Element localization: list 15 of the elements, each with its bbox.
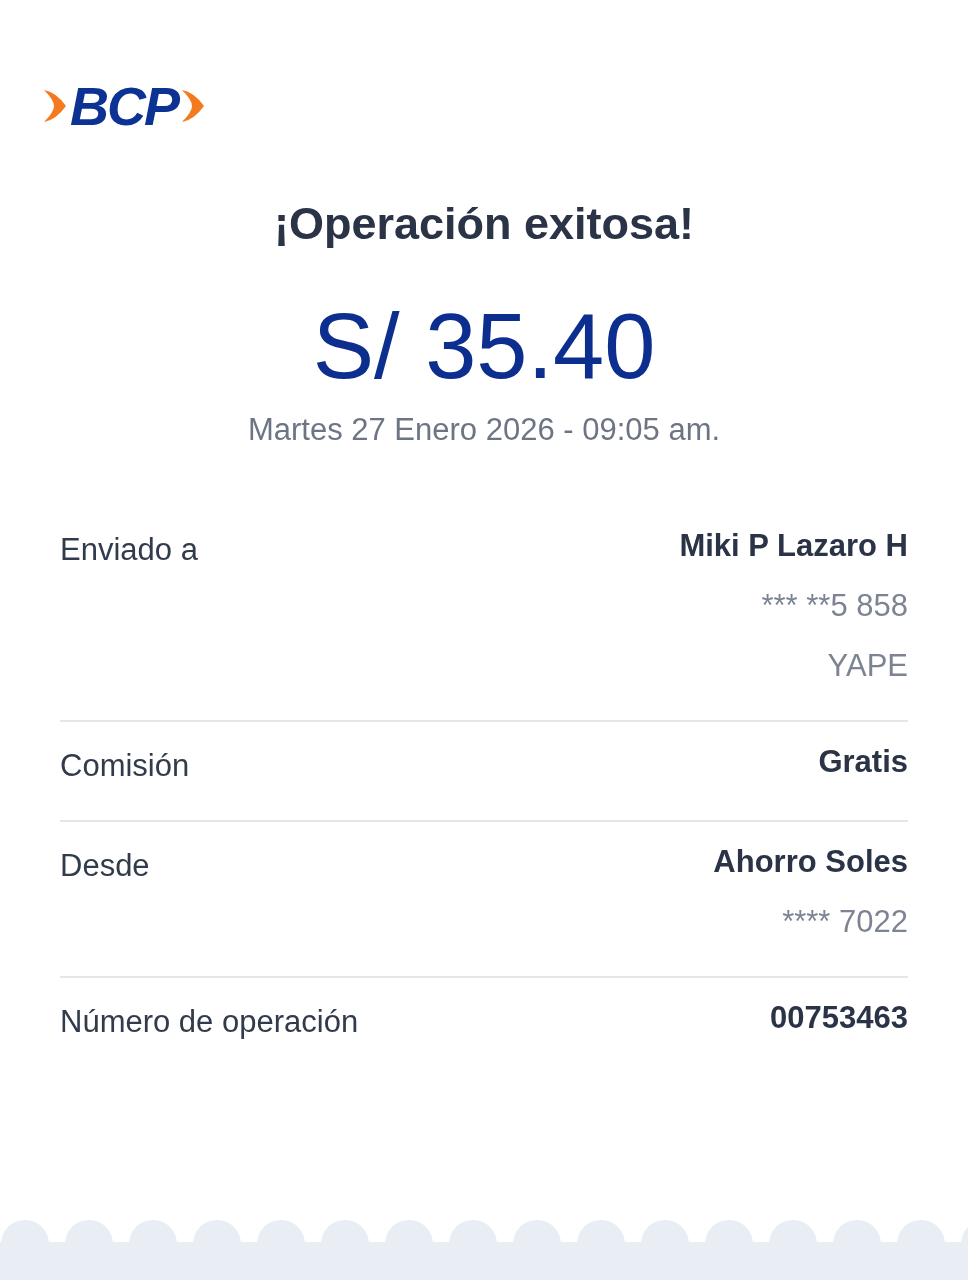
detail-label: Número de operación: [60, 1003, 359, 1041]
detail-value: Gratis: [818, 743, 908, 781]
success-title: ¡Operación exitosa!: [272, 197, 696, 251]
detail-value: 00753463: [770, 999, 908, 1037]
detail-label: Enviado a: [60, 531, 198, 569]
detail-label: Desde: [60, 847, 150, 885]
detail-value: Miki P Lazaro H: [679, 527, 908, 565]
amount: S/ 35.40: [311, 294, 657, 398]
bank-logo: BCP: [40, 79, 208, 133]
detail-subvalue: **** 7022: [782, 903, 908, 941]
detail-value: Ahorro Soles: [713, 843, 908, 881]
detail-label: Comisión: [60, 747, 190, 785]
detail-subvalue: *** **5 858: [761, 587, 908, 625]
detail-subvalue: YAPE: [827, 647, 908, 685]
date-time: Martes 27 Enero 2026 - 09:05 am.: [246, 411, 722, 449]
